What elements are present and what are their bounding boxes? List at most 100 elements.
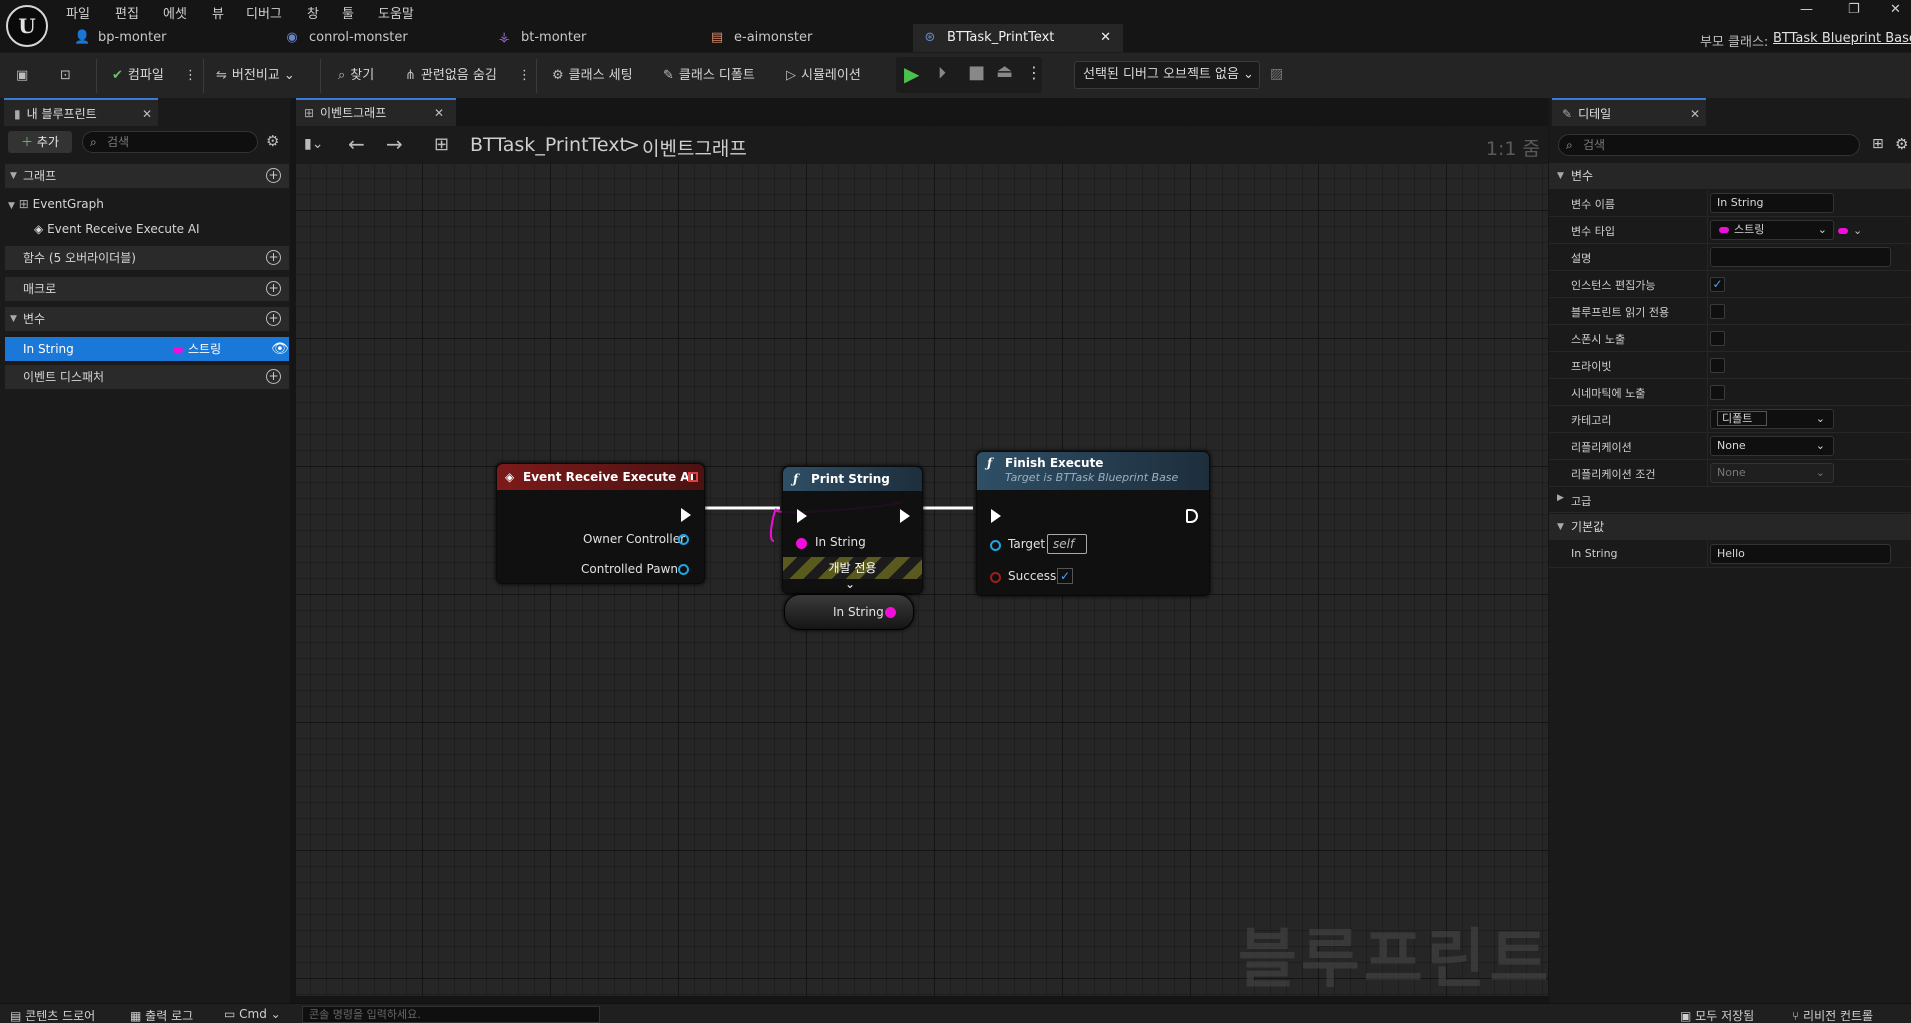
bp-readonly-checkbox[interactable] (1710, 304, 1725, 319)
table-view-icon[interactable]: ⊞ (1872, 136, 1884, 152)
success-checkbox[interactable]: ✓ (1057, 568, 1073, 584)
menu-asset[interactable]: 에셋 (163, 3, 187, 22)
breadcrumb-root[interactable]: BTTask_PrintText (470, 134, 627, 156)
add-dispatcher-icon[interactable]: + (266, 369, 281, 384)
close-icon[interactable]: ✕ (434, 100, 444, 126)
compile-options-icon[interactable]: ⋮ (184, 65, 197, 87)
exec-out-pin[interactable] (1186, 509, 1198, 523)
details-section-default-value[interactable]: ▼ 기본값 (1549, 514, 1911, 540)
eye-icon[interactable]: 👁 (271, 337, 289, 361)
tab-close-icon[interactable]: ✕ (1100, 24, 1111, 52)
expose-spawn-checkbox[interactable] (1710, 331, 1725, 346)
close-icon[interactable]: ✕ (1690, 100, 1700, 128)
tab-e-aimonster[interactable]: ▤ e-aimonster (710, 24, 910, 52)
add-graph-icon[interactable]: + (266, 168, 281, 183)
menu-file[interactable]: 파일 (66, 3, 90, 22)
output-log-button[interactable]: ▦ 출력 로그 (130, 1007, 193, 1023)
find-button[interactable]: ⌕ 찾기 (338, 65, 374, 87)
owner-controller-pin[interactable] (678, 534, 689, 545)
step-icon[interactable]: ⏵ (938, 63, 946, 83)
debug-filter-icon[interactable]: ▨ (1270, 66, 1283, 82)
category-dropdown[interactable]: 디폴트 ⌄ (1710, 409, 1834, 429)
content-drawer-button[interactable]: ▤ 콘텐츠 드로어 (10, 1007, 95, 1023)
menu-edit[interactable]: 편집 (115, 3, 139, 22)
exec-out-pin[interactable] (681, 508, 691, 522)
finish-execute-node[interactable]: ƒ Finish Execute Target is BTTask Bluepr… (976, 451, 1210, 596)
diff-button[interactable]: ⇋ 버전비교 ⌄ (216, 65, 295, 87)
compile-button[interactable]: ✔ 컴파일 (112, 65, 164, 87)
play-options-icon[interactable]: ⋮ (1026, 63, 1042, 82)
stop-icon[interactable]: ■ (968, 62, 985, 83)
forward-arrow-icon[interactable]: → (386, 132, 403, 156)
tab-conrol-monster[interactable]: ◉ conrol-monster (285, 24, 485, 52)
target-self-field[interactable]: self (1047, 534, 1087, 554)
eject-icon[interactable]: ⏏ (996, 61, 1013, 82)
add-variable-icon[interactable]: + (266, 311, 281, 326)
menu-view[interactable]: 뷰 (212, 3, 224, 22)
add-function-icon[interactable]: + (266, 250, 281, 265)
section-event-dispatchers[interactable]: 이벤트 디스패처 + (5, 365, 289, 389)
menu-window[interactable]: 창 (307, 3, 319, 22)
instance-editable-checkbox[interactable]: ✓ (1710, 277, 1725, 292)
close-window-icon[interactable]: ✕ (1890, 2, 1901, 17)
menu-tools[interactable]: 툴 (342, 3, 354, 22)
unreal-logo-icon[interactable]: U (6, 5, 48, 47)
replication-condition-dropdown[interactable]: None ⌄ (1710, 463, 1834, 483)
section-functions[interactable]: 함수 (5 오버라이더블) + (5, 246, 289, 270)
browse-icon[interactable]: ⊡ (60, 65, 76, 87)
console-input[interactable]: 콘솔 명령을 입력하세요. (302, 1006, 600, 1023)
menu-debug[interactable]: 디버그 (246, 3, 282, 22)
detail-row-advanced[interactable]: ▶ 고급 (1549, 487, 1911, 513)
blueprint-search-input[interactable]: ⌕ 검색 (82, 131, 258, 153)
class-settings-button[interactable]: ⚙ 클래스 세팅 (552, 65, 633, 87)
add-macro-icon[interactable]: + (266, 281, 281, 296)
description-input[interactable] (1710, 247, 1891, 267)
details-search-input[interactable]: ⌕ 검색 (1558, 134, 1860, 156)
tab-bttask-printtext[interactable]: ⊛ BTTask_PrintText ✕ (913, 24, 1123, 52)
revision-control-button[interactable]: ⑂ 리비전 컨트롤 (1792, 1007, 1873, 1023)
event-receive-execute-node[interactable]: ◈ Event Receive Execute AI Owner Control… (496, 463, 705, 584)
private-checkbox[interactable] (1710, 358, 1725, 373)
tab-details[interactable]: ✎ 디테일 ✕ (1552, 98, 1706, 126)
exec-in-pin[interactable] (797, 509, 807, 523)
default-value-input[interactable]: Hello (1710, 544, 1891, 564)
in-string-pin[interactable] (796, 538, 807, 549)
debug-object-dropdown[interactable]: 선택된 디버그 오브젝트 없음 ⌄ (1074, 61, 1260, 89)
getter-output-pin[interactable] (885, 607, 896, 618)
gear-icon[interactable]: ⚙ (266, 132, 279, 150)
in-string-getter-node[interactable]: In String (784, 594, 914, 630)
success-pin[interactable] (990, 572, 1001, 583)
save-icon[interactable]: ▣ (16, 65, 33, 87)
delegate-pin-icon[interactable] (688, 472, 698, 482)
find-options-icon[interactable]: ⋮ (518, 65, 531, 87)
hide-unrelated-button[interactable]: ⋔ 관련없음 숨김 (405, 65, 497, 87)
section-variables[interactable]: ▼ 변수 + (5, 307, 289, 331)
event-receive-execute-item[interactable]: ◈ Event Receive Execute AI (34, 218, 200, 240)
controlled-pawn-pin[interactable] (678, 564, 689, 575)
gear-icon[interactable]: ⚙ (1895, 135, 1908, 153)
restore-icon[interactable]: ❐ (1848, 2, 1860, 17)
breadcrumb-current[interactable]: 이벤트그래프 (642, 134, 747, 161)
back-arrow-icon[interactable]: ← (348, 132, 365, 156)
replication-dropdown[interactable]: None ⌄ (1710, 436, 1834, 456)
variable-name-input[interactable]: In String (1710, 193, 1834, 213)
cmd-dropdown[interactable]: ▭ Cmd ⌄ (224, 1007, 281, 1021)
section-macros[interactable]: 매크로 + (5, 277, 289, 301)
save-all-button[interactable]: ▣ 모두 저장됨 (1680, 1007, 1754, 1023)
tab-event-graph[interactable]: ⊞ 이벤트그래프 ✕ (296, 98, 456, 126)
tab-bt-monter[interactable]: ⚶ bt-monter (497, 24, 697, 52)
exec-out-pin[interactable] (900, 509, 910, 523)
container-type-dropdown[interactable]: ⌄ (1838, 223, 1862, 237)
expose-cinematics-checkbox[interactable] (1710, 385, 1725, 400)
expand-chevron-icon[interactable]: ⌄ (845, 577, 855, 591)
variable-item-in-string[interactable]: In String 스트링 👁 (5, 337, 289, 361)
exec-in-pin[interactable] (991, 509, 1001, 523)
add-button[interactable]: ＋ 추가 (8, 131, 72, 153)
tab-my-blueprint[interactable]: ▮ 내 블루프린트 ✕ (4, 98, 158, 126)
parent-class-link[interactable]: BTTask Blueprint Base (1773, 31, 1911, 46)
play-icon[interactable]: ▶ (904, 62, 919, 86)
bookmark-icon[interactable]: ▮⌄ (304, 136, 323, 152)
menu-help[interactable]: 도움말 (378, 3, 414, 22)
target-pin[interactable] (990, 540, 1001, 551)
close-icon[interactable]: ✕ (142, 100, 152, 128)
